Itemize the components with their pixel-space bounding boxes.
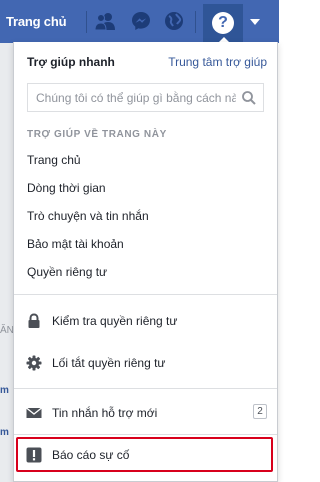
home-link[interactable]: Trang chủ <box>6 14 67 29</box>
help-center-link[interactable]: Trung tâm trợ giúp <box>168 55 267 69</box>
help-search-box <box>27 83 264 112</box>
help-topic-link[interactable]: Quyền riêng tư <box>27 265 107 279</box>
action-label: Tin nhắn hỗ trợ mới <box>52 406 158 420</box>
help-topic-link[interactable]: Bảo mật tài khoản <box>27 237 124 251</box>
help-topic-link[interactable]: Dòng thời gian <box>27 181 106 195</box>
help-dropdown-menu: Trợ giúp nhanh Trung tâm trợ giúp TRỢ GI… <box>13 42 278 482</box>
caret-down-icon[interactable] <box>250 19 260 25</box>
help-search-input[interactable] <box>36 84 236 111</box>
section-heading: TRỢ GIÚP VỀ TRANG NÀY <box>27 129 167 140</box>
help-topic-link[interactable]: Trò chuyện và tin nhắn <box>27 209 149 223</box>
search-icon[interactable] <box>241 90 257 106</box>
message-count-badge: 2 <box>253 404 267 419</box>
nav-divider <box>86 11 87 33</box>
support-inbox-item[interactable]: Tin nhắn hỗ trợ mới 2 <box>14 396 277 430</box>
nav-divider <box>195 11 196 33</box>
top-navigation-bar: Trang chủ ? <box>0 0 279 44</box>
envelope-icon <box>26 407 42 418</box>
background-text: ĂN <box>0 325 14 336</box>
divider <box>14 434 277 435</box>
privacy-shortcuts-item[interactable]: Lối tắt quyền riêng tư <box>14 346 277 380</box>
background-page-strip: ĂN m m <box>0 43 14 482</box>
globe-icon[interactable] <box>161 9 187 33</box>
background-text: m <box>0 427 9 438</box>
action-label: Kiểm tra quyền riêng tư <box>52 314 178 328</box>
action-label: Lối tắt quyền riêng tư <box>52 356 166 370</box>
privacy-checkup-item[interactable]: Kiểm tra quyền riêng tư <box>14 304 277 338</box>
quick-help-title: Trợ giúp nhanh <box>27 55 115 69</box>
messenger-icon[interactable] <box>128 9 154 33</box>
help-button[interactable]: ? <box>203 4 243 44</box>
friends-icon[interactable] <box>92 9 118 33</box>
divider <box>14 294 277 295</box>
help-topic-link[interactable]: Trang chủ <box>27 153 81 167</box>
highlight-box <box>16 437 273 472</box>
gear-icon <box>26 355 42 371</box>
help-icon: ? <box>212 12 234 34</box>
lock-icon <box>28 313 40 328</box>
divider <box>14 388 277 389</box>
background-text: m <box>0 385 9 396</box>
